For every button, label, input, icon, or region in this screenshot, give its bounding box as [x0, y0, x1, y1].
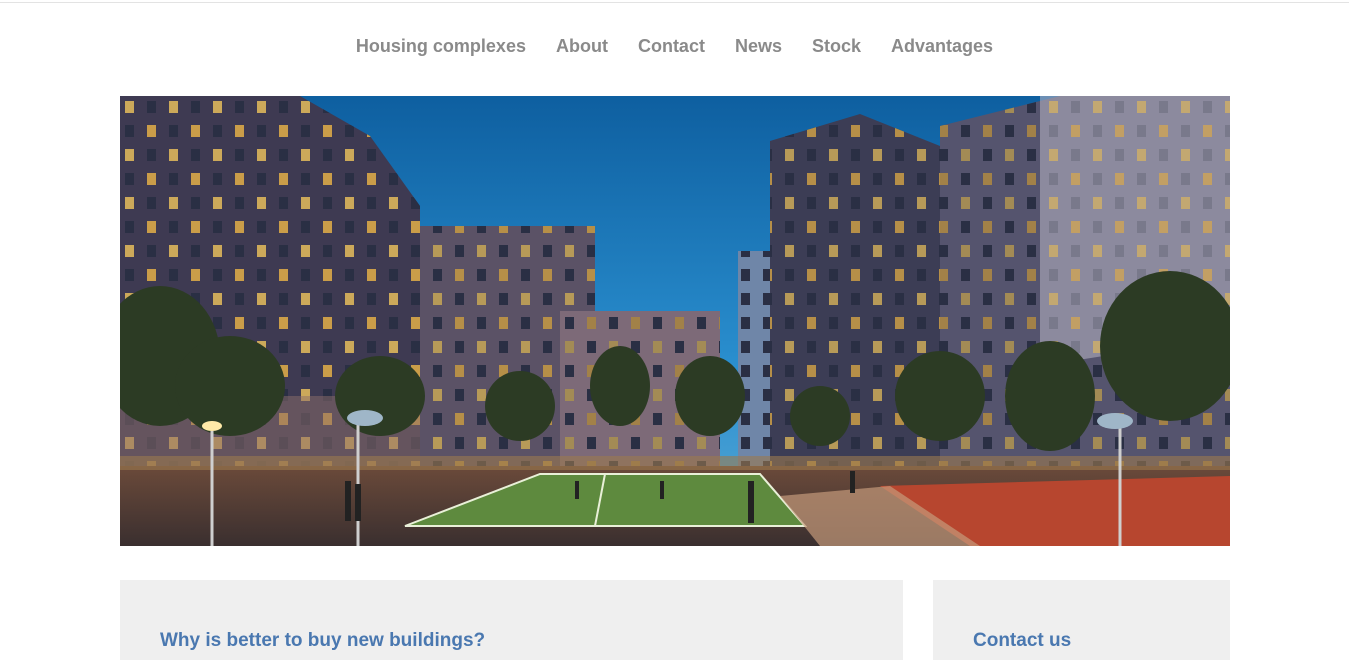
nav-stock[interactable]: Stock	[812, 34, 861, 58]
residential-complex-illustration	[120, 96, 1230, 546]
hero-image	[120, 96, 1230, 546]
contact-heading: Contact us	[973, 630, 1072, 651]
contact-card: Contact us	[933, 580, 1230, 660]
main-navigation: Housing complexes About Contact News Sto…	[0, 34, 1349, 58]
nav-contact[interactable]: Contact	[638, 34, 705, 58]
why-buy-card: Why is better to buy new buildings?	[120, 580, 903, 660]
top-divider	[0, 0, 1349, 3]
nav-advantages[interactable]: Advantages	[891, 34, 993, 58]
nav-housing-complexes[interactable]: Housing complexes	[356, 34, 526, 58]
nav-news[interactable]: News	[735, 34, 782, 58]
nav-about[interactable]: About	[556, 34, 608, 58]
why-buy-heading: Why is better to buy new buildings?	[160, 630, 486, 651]
